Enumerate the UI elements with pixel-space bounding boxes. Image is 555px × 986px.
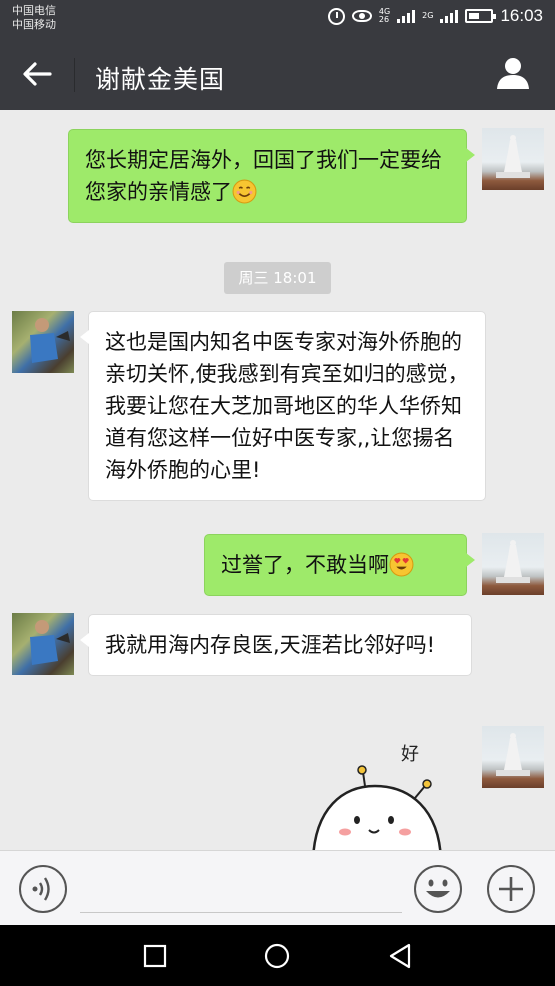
arrow-left-icon[interactable] (20, 58, 56, 90)
sticker-drawing: 好 (311, 744, 443, 862)
friend-avatar[interactable] (12, 311, 74, 373)
my-avatar[interactable] (482, 726, 544, 788)
statue-image (496, 135, 530, 178)
carrier-2: 中国移动 (12, 18, 56, 31)
friend-photo (30, 620, 70, 665)
timestamp-chip: 周三 18:01 (224, 262, 331, 294)
input-bar (0, 850, 555, 925)
chat-title: 谢献金美国 (95, 65, 226, 94)
home-icon[interactable] (262, 941, 292, 971)
message-bubble-in-2[interactable]: 我就用海内存良医,天涯若比邻好吗! (80, 614, 472, 676)
person-icon[interactable] (495, 56, 531, 90)
smile-emoji-icon (232, 179, 257, 204)
network-1b-text: 26 (378, 15, 390, 24)
my-avatar[interactable] (482, 128, 544, 190)
message-bubble-out-2[interactable]: 过誉了，不敢当啊 (204, 534, 475, 596)
message-text: 过誉了，不敢当啊 (221, 553, 389, 577)
battery-icon (465, 9, 497, 23)
clock: 16:03 (500, 6, 543, 25)
carrier-info: 中国电信 中国移动 (12, 4, 56, 32)
signal-icon-2 (440, 9, 459, 23)
blob-ok-sticker[interactable]: 好 (305, 738, 455, 862)
eye-icon (351, 10, 372, 22)
message-text: 这也是国内知名中医专家对海外侨胞的亲切关怀,使我感到有宾至如归的感觉，我要让您在… (105, 330, 469, 482)
alarm-icon (327, 7, 345, 25)
status-icons: 4G 26 2G 16:03 (327, 6, 543, 26)
friend-photo (30, 318, 70, 363)
message-bubble-in-1[interactable]: 这也是国内知名中医专家对海外侨胞的亲切关怀,使我感到有宾至如归的感觉，我要让您在… (80, 311, 486, 501)
message-input[interactable] (80, 865, 402, 913)
message-bubble-out-1[interactable]: 您长期定居海外，回国了我们一定要给您家的亲情感了 (68, 129, 475, 223)
system-nav-bar (0, 925, 555, 986)
statue-image (496, 733, 530, 776)
emoji-icon[interactable] (413, 864, 463, 914)
recent-apps-icon[interactable] (140, 941, 170, 971)
status-bar: 中国电信 中国移动 4G 26 2G 16:03 (0, 0, 555, 38)
plus-icon[interactable] (486, 864, 536, 914)
header-divider (74, 58, 75, 92)
chat-screen: 中国电信 中国移动 4G 26 2G 16:03 谢献金美国 您长期定居海外，回… (0, 0, 555, 986)
my-avatar[interactable] (482, 533, 544, 595)
voice-icon[interactable] (18, 864, 68, 914)
message-list: 您长期定居海外，回国了我们一定要给您家的亲情感了 周三 18:01 这也是国内知… (0, 110, 555, 862)
heart-eyes-emoji-icon (389, 552, 414, 577)
network-label-1: 4G 26 (379, 8, 390, 24)
signal-icon-1 (397, 9, 416, 23)
statue-image (496, 540, 530, 583)
message-text: 您长期定居海外，回国了我们一定要给您家的亲情感了 (85, 148, 442, 204)
chat-header: 谢献金美国 (0, 38, 555, 110)
message-text: 我就用海内存良医,天涯若比邻好吗! (105, 633, 436, 657)
network-label-2: 2G (422, 11, 434, 20)
back-triangle-icon[interactable] (385, 941, 415, 971)
friend-avatar[interactable] (12, 613, 74, 675)
carrier-1: 中国电信 (12, 4, 56, 17)
sticker-text: 好 (401, 744, 419, 765)
